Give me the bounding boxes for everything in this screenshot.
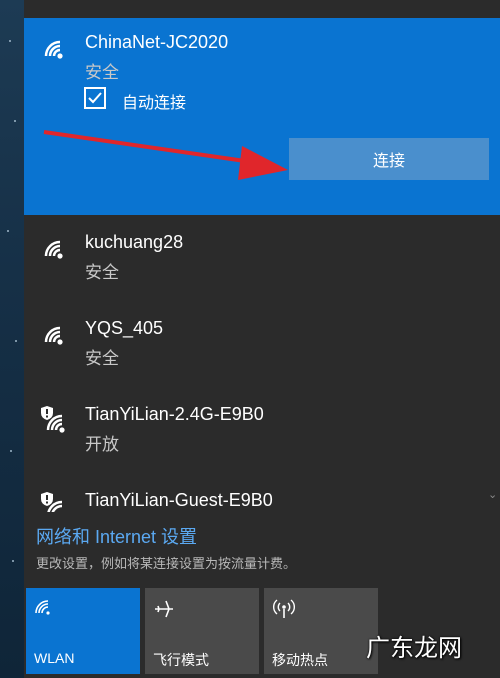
wlan-tile[interactable]: WLAN — [26, 588, 140, 674]
network-name: ChinaNet-JC2020 — [85, 32, 229, 52]
network-name: YQS_405 — [85, 318, 164, 338]
network-name: kuchuang28 — [85, 232, 184, 252]
network-item[interactable]: TianYiLian-2.4G-E9B0 开放 — [24, 390, 500, 476]
airplane-icon — [155, 600, 173, 618]
network-settings-link[interactable]: 网络和 Internet 设置 — [36, 523, 197, 549]
hotspot-icon — [273, 599, 295, 618]
network-flyout: ChinaNet-JC2020 安全 自动连接 连接 kuchuang28 安全 — [24, 0, 500, 678]
network-name: TianYiLian-Guest-E9B0 — [85, 490, 273, 510]
network-name: TianYiLian-2.4G-E9B0 — [85, 404, 264, 424]
network-status: 开放 — [85, 435, 119, 454]
network-status: 安全 — [85, 63, 119, 82]
auto-connect-label: 自动连接 — [122, 95, 187, 112]
wifi-shield-icon — [41, 406, 65, 433]
settings-description: 更改设置，例如将某连接设置为按流量计费。 — [36, 556, 297, 571]
wifi-shield-icon — [41, 492, 63, 512]
network-status: 安全 — [85, 349, 119, 368]
wifi-icon — [35, 600, 50, 615]
wifi-icon — [44, 326, 63, 345]
mobile-hotspot-label: 移动热点 — [272, 652, 328, 668]
airplane-mode-tile[interactable]: 飞行模式 — [145, 588, 259, 674]
wifi-icon — [44, 240, 63, 259]
watermark-text: 广东龙网 — [366, 634, 462, 662]
network-status: 安全 — [85, 263, 119, 282]
airplane-mode-label: 飞行模式 — [153, 652, 209, 668]
wifi-icon — [44, 40, 63, 59]
scroll-down-icon[interactable]: ⌄ — [488, 488, 497, 501]
checkbox-box[interactable] — [84, 87, 106, 109]
wlan-label: WLAN — [34, 650, 75, 666]
connect-button[interactable]: 连接 — [289, 138, 489, 180]
list-top-edge — [24, 0, 500, 18]
network-item[interactable]: YQS_405 安全 — [24, 304, 500, 390]
network-item[interactable]: TianYiLian-Guest-E9B0 — [24, 476, 500, 512]
network-item[interactable]: kuchuang28 安全 — [24, 218, 500, 304]
checkmark-icon — [88, 92, 102, 104]
desktop-background — [0, 0, 24, 678]
mobile-hotspot-tile[interactable]: 移动热点 — [264, 588, 378, 674]
red-arrow-annotation — [43, 130, 288, 180]
